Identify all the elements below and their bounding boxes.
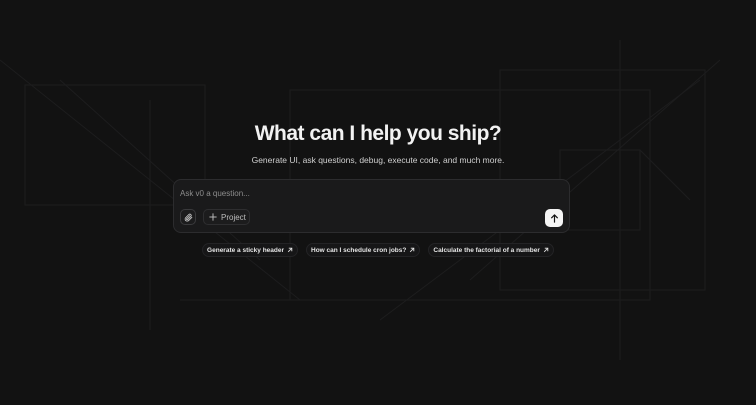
paperclip-icon [184, 213, 192, 221]
arrow-up-right-icon [287, 247, 293, 253]
suggestion-label: Calculate the factorial of a number [433, 246, 540, 254]
page-title: What can I help you ship? [254, 122, 502, 145]
suggestion-list: Generate a sticky header How can I sched… [0, 243, 756, 257]
plus-icon [209, 213, 217, 221]
page-subtitle: Generate UI, ask questions, debug, execu… [251, 155, 505, 165]
suggestion-label: How can I schedule cron jobs? [311, 246, 407, 254]
attach-button[interactable] [180, 209, 196, 225]
suggestion-chip-cron-jobs[interactable]: How can I schedule cron jobs? [306, 243, 421, 257]
prompt-box: Project [173, 179, 570, 233]
hero-section: What can I help you ship? Generate UI, a… [0, 0, 756, 405]
project-label: Project [221, 212, 246, 222]
arrow-up-right-icon [543, 247, 549, 253]
prompt-input[interactable] [180, 186, 560, 200]
suggestion-chip-sticky-header[interactable]: Generate a sticky header [202, 243, 299, 257]
project-button[interactable]: Project [203, 209, 250, 225]
arrow-up-icon [550, 213, 558, 223]
send-button[interactable] [545, 209, 563, 227]
suggestion-chip-factorial[interactable]: Calculate the factorial of a number [428, 243, 554, 257]
suggestion-label: Generate a sticky header [207, 246, 285, 254]
arrow-up-right-icon [410, 247, 415, 253]
